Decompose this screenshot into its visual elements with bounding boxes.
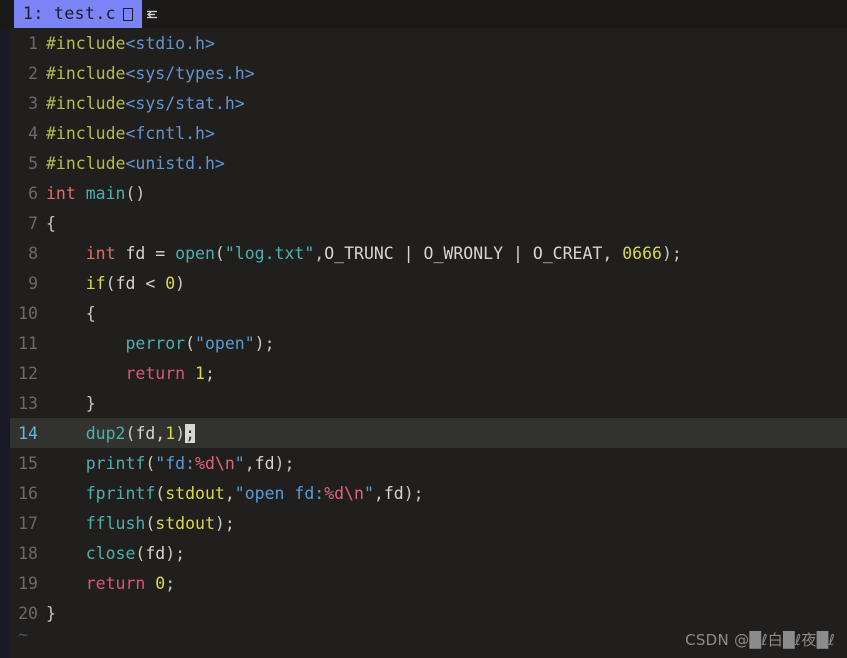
line-number: 8: [28, 243, 38, 263]
code-lines: 1 #include<stdio.h> 2 #include<sys/types…: [0, 28, 847, 628]
code-line-13[interactable]: 13 }: [0, 388, 847, 418]
code-line-17[interactable]: 17 fflush(stdout);: [0, 508, 847, 538]
line-number: 20: [18, 603, 38, 623]
code-line-18[interactable]: 18 close(fd);: [0, 538, 847, 568]
line-number: 1: [28, 33, 38, 53]
line-content: #include<sys/types.h>: [46, 63, 255, 83]
code-line-4[interactable]: 4 #include<fcntl.h>: [0, 118, 847, 148]
line-content: {: [46, 213, 56, 233]
line-content: #include<fcntl.h>: [46, 123, 215, 143]
line-number: 15: [18, 453, 38, 473]
code-line-3[interactable]: 3 #include<sys/stat.h>: [0, 88, 847, 118]
tabline-left-pad: [0, 0, 14, 28]
code-line-9[interactable]: 9 if(fd < 0): [0, 268, 847, 298]
line-number: 16: [18, 483, 38, 503]
code-line-16[interactable]: 16 fprintf(stdout,"open fd:%d\n",fd);: [0, 478, 847, 508]
line-number: 2: [28, 63, 38, 83]
modified-box-icon: [123, 7, 134, 21]
tab-label: 1: test.c: [23, 4, 117, 23]
line-number: 11: [18, 333, 38, 353]
line-content: dup2(fd,1);: [85, 423, 196, 443]
line-content: }: [46, 603, 56, 623]
line-content: perror("open");: [125, 333, 275, 353]
line-number: 14: [18, 423, 38, 443]
line-content: return 0;: [85, 573, 176, 593]
line-content: return 1;: [125, 363, 215, 383]
line-number: 13: [18, 393, 38, 413]
tab-test-c[interactable]: 1: test.c: [14, 0, 143, 28]
code-line-12[interactable]: 12 return 1;: [0, 358, 847, 388]
line-number: 19: [18, 573, 38, 593]
line-number: 7: [28, 213, 38, 233]
line-content: {: [85, 303, 96, 323]
code-line-7[interactable]: 7 {: [0, 208, 847, 238]
line-content: #include<stdio.h>: [46, 33, 215, 53]
code-line-5[interactable]: 5 #include<unistd.h>: [0, 148, 847, 178]
code-line-6[interactable]: 6 int main(): [0, 178, 847, 208]
line-number: 9: [28, 273, 38, 293]
code-line-14[interactable]: 14 dup2(fd,1);: [0, 418, 847, 448]
line-content: }: [85, 393, 96, 413]
line-content: int main(): [46, 183, 146, 203]
line-content: fflush(stdout);: [85, 513, 235, 533]
code-line-10[interactable]: 10 {: [0, 298, 847, 328]
line-number: 18: [18, 543, 38, 563]
csdn-watermark: CSDN @█ℓ白█ℓ夜█ℓ: [685, 631, 835, 649]
line-content: #include<unistd.h>: [46, 153, 225, 173]
code-line-20[interactable]: 20 }: [0, 598, 847, 628]
line-number: 6: [28, 183, 38, 203]
empty-line-marker: ~: [18, 625, 28, 644]
line-content: fprintf(stdout,"open fd:%d\n",fd);: [85, 483, 424, 503]
code-line-11[interactable]: 11 perror("open");: [0, 328, 847, 358]
line-number: 5: [28, 153, 38, 173]
tab-indent-icon: [144, 0, 161, 28]
code-line-1[interactable]: 1 #include<stdio.h>: [0, 28, 847, 58]
code-line-19[interactable]: 19 return 0;: [0, 568, 847, 598]
line-number: 10: [18, 303, 38, 323]
line-content: if(fd < 0): [85, 273, 186, 293]
text-cursor: ;: [185, 423, 196, 443]
line-content: printf("fd:%d\n",fd);: [85, 453, 295, 473]
line-content: int fd = open("log.txt",O_TRUNC | O_WRON…: [85, 243, 682, 263]
line-content: #include<sys/stat.h>: [46, 93, 245, 113]
line-number: 17: [18, 513, 38, 533]
line-number: 4: [28, 123, 38, 143]
tabline: 1: test.c: [0, 0, 847, 28]
code-editor-pane[interactable]: 1 #include<stdio.h> 2 #include<sys/types…: [0, 28, 847, 658]
line-content: close(fd);: [85, 543, 186, 563]
line-number: 3: [28, 93, 38, 113]
editor-window: 1: test.c 1 #include<stdio.h> 2 #include…: [0, 0, 847, 658]
code-line-2[interactable]: 2 #include<sys/types.h>: [0, 58, 847, 88]
code-line-15[interactable]: 15 printf("fd:%d\n",fd);: [0, 448, 847, 478]
code-line-8[interactable]: 8 int fd = open("log.txt",O_TRUNC | O_WR…: [0, 238, 847, 268]
line-number: 12: [18, 363, 38, 383]
